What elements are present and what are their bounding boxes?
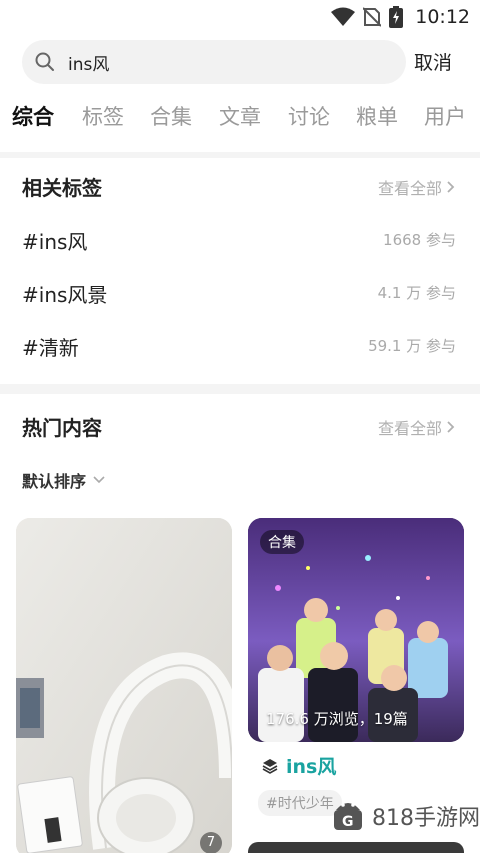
watermark-text: 818手游网 — [372, 806, 480, 831]
layers-icon — [262, 758, 278, 774]
tab-lists[interactable]: 粮单 — [356, 100, 398, 134]
next-tile-edge — [248, 842, 464, 853]
related-tags-see-all[interactable]: 查看全部 — [378, 175, 456, 199]
content-tile-left[interactable]: 7 — [16, 518, 232, 853]
chevron-right-icon — [447, 421, 455, 433]
tag-count: 1668 参与 — [383, 231, 456, 249]
svg-text:G: G — [342, 814, 354, 830]
tag-name: #ins风景 — [22, 283, 108, 307]
chevron-right-icon — [447, 181, 455, 193]
tab-collections[interactable]: 合集 — [150, 100, 192, 134]
search-header: ins风 取消 综合 标签 合集 文章 讨论 粮单 用户 — [0, 34, 480, 152]
collection-name: ins风 — [286, 756, 337, 778]
collection-title[interactable]: ins风 — [262, 752, 336, 779]
image-count-badge: 7 — [200, 832, 222, 853]
wifi-icon — [331, 7, 356, 26]
tab-tags[interactable]: 标签 — [82, 100, 124, 134]
tag-row[interactable]: #清新 59.1 万 参与 — [0, 326, 480, 366]
cancel-button[interactable]: 取消 — [414, 48, 452, 75]
search-icon — [35, 52, 54, 71]
tag-count: 59.1 万 参与 — [368, 337, 456, 355]
status-time: 10:12 — [415, 6, 470, 28]
chevron-down-icon — [93, 476, 105, 484]
content-tile-right[interactable]: 合集 176.6 万浏览，19篇 — [248, 518, 464, 742]
tab-articles[interactable]: 文章 — [219, 100, 261, 134]
collection-badge: 合集 — [260, 530, 304, 554]
sort-dropdown[interactable]: 默认排序 — [22, 468, 106, 492]
related-tags-section: 相关标签 查看全部 #ins风 1668 参与 #ins风景 4.1 万 参与 … — [0, 158, 480, 384]
see-all-label: 查看全部 — [377, 419, 442, 438]
status-bar: 10:12 — [0, 0, 480, 34]
tab-comprehensive[interactable]: 综合 — [12, 100, 54, 134]
sort-label: 默认排序 — [22, 472, 87, 491]
tab-discussions[interactable]: 讨论 — [288, 100, 330, 134]
search-query: ins风 — [68, 54, 110, 75]
see-all-label: 查看全部 — [377, 179, 442, 198]
tab-bar: 综合 标签 合集 文章 讨论 粮单 用户 — [0, 100, 480, 136]
hot-content-title: 热门内容 — [22, 416, 102, 440]
related-tags-title: 相关标签 — [22, 176, 102, 200]
hot-content-see-all[interactable]: 查看全部 — [378, 415, 456, 439]
tag-row[interactable]: #ins风景 4.1 万 参与 — [0, 273, 480, 313]
tag-count: 4.1 万 参与 — [377, 284, 456, 302]
battery-charging-icon — [389, 6, 404, 28]
tag-name: #清新 — [22, 336, 79, 360]
no-sim-icon — [363, 7, 382, 27]
status-icons: 10:12 — [331, 4, 470, 30]
headphones-photo — [16, 518, 232, 853]
collection-stats: 176.6 万浏览，19篇 — [266, 710, 408, 728]
tag-row[interactable]: #ins风 1668 参与 — [0, 220, 480, 260]
tab-users[interactable]: 用户 — [424, 100, 466, 134]
search-input[interactable]: ins风 — [22, 40, 406, 84]
watermark: G 818手游网 — [330, 796, 480, 836]
tag-name: #ins风 — [22, 230, 88, 254]
android-robot-icon: G — [334, 803, 362, 830]
